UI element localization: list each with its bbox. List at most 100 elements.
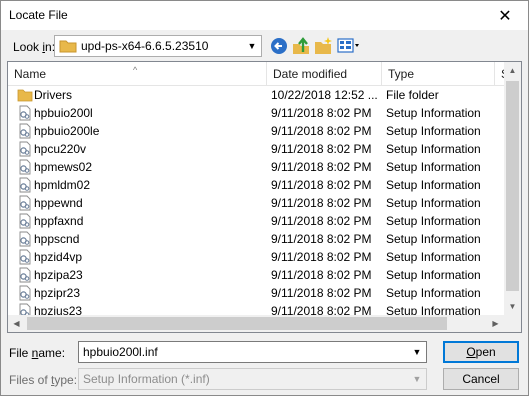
file-type-cell: Setup Information [386,286,481,300]
scroll-down-icon[interactable]: ▼ [504,298,521,315]
file-rows: Drivers 10/22/2018 12:52 ... File folder hp… [8,86,505,320]
horizontal-scroll-thumb[interactable] [27,317,447,330]
file-date-cell: 9/11/2018 8:02 PM [271,106,372,120]
file-type-select[interactable]: Setup Information (*.inf) ▼ [78,368,427,390]
file-date-cell: 9/11/2018 8:02 PM [271,232,372,246]
column-header-type[interactable]: Type [382,62,495,86]
file-row[interactable]: hpmews02 9/11/2018 8:02 PM Setup Informati… [8,158,505,176]
file-row[interactable]: hpzid4vp 9/11/2018 8:02 PM Setup Informati… [8,248,505,266]
file-name-cell: hpmldm02 [34,178,91,192]
file-row[interactable]: hppewnd 9/11/2018 8:02 PM Setup Informatio… [8,194,505,212]
file-row[interactable]: hpzipa23 9/11/2018 8:02 PM Setup Informati… [8,266,505,284]
horizontal-scrollbar[interactable]: ◀ ▶ [8,315,504,332]
chevron-down-icon[interactable]: ▼ [243,36,261,56]
new-folder-icon[interactable] [313,36,333,56]
up-folder-icon[interactable] [291,36,311,56]
inf-file-icon [17,249,33,265]
locate-file-dialog: Locate File ✕ Look in: upd-ps-x64-6.6.5.… [0,0,529,396]
view-menu-icon[interactable] [337,36,363,56]
file-name-label-suffix: ame: [38,346,66,360]
file-type-cell: Setup Information [386,106,481,120]
folder-icon [59,40,77,53]
inf-file-icon [17,141,33,157]
file-type-cell: Setup Information [386,196,481,210]
column-header-row: ^ Name Date modified Type Si [8,62,512,86]
scroll-corner [504,315,521,332]
file-type-label-suffix: ype: [54,373,78,387]
inf-file-icon [17,195,33,211]
look-in-value: upd-ps-x64-6.6.5.23510 [81,39,209,53]
inf-file-icon [17,105,33,121]
file-row[interactable]: hpbuio200l 9/11/2018 8:02 PM Setup Informa… [8,104,505,122]
look-in-label: Look in: [13,40,55,54]
look-in-combo[interactable]: upd-ps-x64-6.6.5.23510 ▼ [54,35,262,57]
file-name-label-prefix: File [9,346,32,360]
file-date-cell: 9/11/2018 8:02 PM [271,214,372,228]
inf-file-icon [17,267,33,283]
column-header-type-label: Type [388,67,415,81]
file-row[interactable]: hppfaxnd 9/11/2018 8:02 PM Setup Informati… [8,212,505,230]
back-icon[interactable] [269,36,289,56]
dialog-title: Locate File [9,8,68,22]
file-date-cell: 9/11/2018 8:02 PM [271,178,372,192]
inf-file-icon [17,285,33,301]
file-row[interactable]: hpcu220v 9/11/2018 8:02 PM Setup Informati… [8,140,505,158]
file-row[interactable]: hppscnd 9/11/2018 8:02 PM Setup Informatio… [8,230,505,248]
file-type-cell: Setup Information [386,178,481,192]
file-row[interactable]: hpbuio200le 9/11/2018 8:02 PM Setup Inform… [8,122,505,140]
file-type-label: Files of type: [9,373,77,387]
open-button-label: pen [475,345,496,359]
vertical-scroll-thumb[interactable] [506,81,519,291]
file-date-cell: 9/11/2018 8:02 PM [271,196,372,210]
look-in-label-prefix: Look [13,40,43,54]
inf-file-icon [17,123,33,139]
scroll-right-icon[interactable]: ▶ [487,315,504,332]
inf-file-icon [17,213,33,229]
chevron-down-icon[interactable]: ▼ [408,369,426,389]
inf-file-icon [17,231,33,247]
file-name-input[interactable]: hpbuio200l.inf ▼ [78,341,427,363]
file-type-cell: Setup Information [386,268,481,282]
column-header-name[interactable]: ^ Name [8,62,267,86]
file-type-cell: File folder [386,88,439,102]
file-type-cell: Setup Information [386,160,481,174]
file-date-cell: 9/11/2018 8:02 PM [271,268,372,282]
file-row[interactable]: hpmldm02 9/11/2018 8:02 PM Setup Informati… [8,176,505,194]
sort-ascending-icon: ^ [133,65,138,75]
file-list[interactable]: ^ Name Date modified Type Si Drivers 10/2… [7,61,522,333]
scroll-left-icon[interactable]: ◀ [8,315,25,332]
file-row[interactable]: Drivers 10/22/2018 12:52 ... File folder [8,86,505,104]
file-date-cell: 9/11/2018 8:02 PM [271,160,372,174]
file-row[interactable]: hpzipr23 9/11/2018 8:02 PM Setup Informati… [8,284,505,302]
scroll-up-icon[interactable]: ▲ [504,62,521,79]
chevron-down-icon[interactable]: ▼ [408,342,426,362]
file-name-cell: hpmews02 [34,160,93,174]
file-date-cell: 10/22/2018 12:52 ... [271,88,378,102]
file-name-cell: hppewnd [34,196,83,210]
file-type-label-prefix: Files of [9,373,52,387]
cancel-button[interactable]: Cancel [443,368,519,390]
open-button[interactable]: Open [443,341,519,363]
file-name-cell: hpcu220v [34,142,87,156]
file-name-cell: hppscnd [34,232,80,246]
column-header-date[interactable]: Date modified [267,62,382,86]
folder-icon [17,87,33,103]
file-name-cell: hpbuio200l [34,106,93,120]
open-button-accel: O [466,345,476,359]
file-type-value: Setup Information (*.inf) [83,372,210,386]
file-type-cell: Setup Information [386,232,481,246]
file-type-cell: Setup Information [386,124,481,138]
file-type-cell: Setup Information [386,250,481,264]
file-name-cell: hpzipr23 [34,286,81,300]
file-date-cell: 9/11/2018 8:02 PM [271,286,372,300]
file-name-cell: hpbuio200le [34,124,100,138]
file-date-cell: 9/11/2018 8:02 PM [271,142,372,156]
file-date-cell: 9/11/2018 8:02 PM [271,250,372,264]
file-name-cell: hppfaxnd [34,214,84,228]
vertical-scrollbar[interactable]: ▲ ▼ [504,62,521,315]
file-name-cell: hpzipa23 [34,268,83,282]
column-header-name-label: Name [14,67,47,81]
file-date-cell: 9/11/2018 8:02 PM [271,124,372,138]
file-name-value: hpbuio200l.inf [83,345,158,359]
close-button[interactable]: ✕ [482,1,528,30]
